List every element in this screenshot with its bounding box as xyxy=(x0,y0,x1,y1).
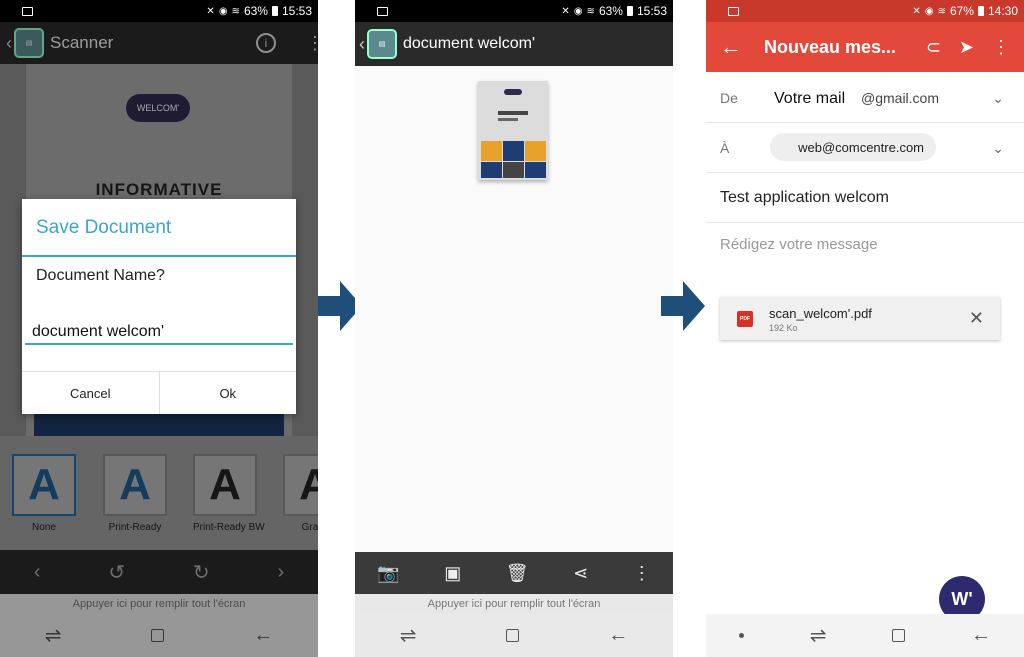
from-name: Votre mail xyxy=(774,90,846,107)
more-options-icon[interactable]: ⋮ xyxy=(992,37,1010,58)
back-chevron-icon[interactable]: ‹ xyxy=(359,34,365,55)
nav-dot-icon xyxy=(738,633,744,638)
wifi-icon: ≋ xyxy=(586,5,595,17)
to-row[interactable]: À web@comcentre.com ⌄ xyxy=(706,123,1024,173)
fill-screen-hint[interactable]: Appuyer ici pour remplir tout l'écran xyxy=(355,594,673,614)
subject-row[interactable]: Test application welcom xyxy=(706,173,1024,223)
dialog-buttons: Cancel Ok xyxy=(22,371,296,414)
document-toolbar: 📷 ▣ 🗑 ⋖ ⋮ xyxy=(355,552,673,594)
send-icon[interactable]: ➤ xyxy=(959,37,974,58)
from-label: De xyxy=(720,90,738,106)
to-label: À xyxy=(720,140,730,156)
battery-level: 63% xyxy=(598,4,623,18)
app-logo: ▤ xyxy=(367,29,397,59)
battery-icon xyxy=(626,6,633,16)
thumbnail-tile xyxy=(481,162,502,178)
attachment-size: 192 Ko xyxy=(769,323,798,333)
wifi-icon: ≋ xyxy=(231,5,240,17)
alarm-icon: ◉ xyxy=(924,5,934,17)
recipient-chip[interactable]: web@comcentre.com xyxy=(770,133,936,161)
status-bar: ✕ ◉ ≋ 63% 15:53 xyxy=(355,0,673,22)
thumbnail-tile xyxy=(503,141,524,161)
status-bar: ✕ ◉ ≋ 67% 14:30 xyxy=(706,0,1024,22)
app-bar: ‹ ▤ document welcom' xyxy=(355,22,673,66)
dialog-title: Save Document xyxy=(36,217,172,238)
document-thumbnail[interactable] xyxy=(478,81,548,180)
thumbnail-logo xyxy=(504,89,522,95)
delete-icon[interactable]: 🗑 xyxy=(506,563,529,584)
thumbnail-tile xyxy=(503,162,524,178)
back-arrow-icon[interactable]: ← xyxy=(720,34,742,60)
thumbnail-tile xyxy=(525,141,546,161)
battery-level: 67% xyxy=(949,4,974,18)
clock: 15:53 xyxy=(281,4,312,18)
from-row[interactable]: De Votre mail @gmail.com ⌄ xyxy=(706,72,1024,123)
battery-icon xyxy=(977,6,984,16)
home-icon[interactable] xyxy=(505,629,519,642)
alarm-icon: ◉ xyxy=(218,5,228,17)
gmail-compose-screen: ✕ ◉ ≋ 67% 14:30 ← Nouveau mes... ⊂ ➤ ⋮ D… xyxy=(706,0,1024,657)
more-options-icon[interactable]: ⋮ xyxy=(633,563,651,584)
document-title: document welcom' xyxy=(403,35,535,52)
attachment-card[interactable]: PDF scan_welcom'.pdf 192 Ko ✕ xyxy=(720,297,1000,340)
document-screen: ✕ ◉ ≋ 63% 15:53 ‹ ▤ document welcom' 📷 ▣… xyxy=(355,0,673,657)
chevron-down-icon[interactable]: ⌄ xyxy=(992,90,1004,107)
arrow-right-icon xyxy=(661,281,705,331)
message-body-field[interactable]: Rédigez votre message xyxy=(720,236,878,253)
ok-button[interactable]: Ok xyxy=(158,372,297,414)
system-nav-bar: ⇌ ← xyxy=(706,614,1024,657)
mute-icon: ✕ xyxy=(561,5,570,17)
system-nav-bar: ⇌ ← xyxy=(355,614,673,657)
attach-icon[interactable]: ⊂ xyxy=(926,37,941,58)
battery-icon xyxy=(271,6,278,16)
back-icon[interactable]: ← xyxy=(971,624,991,647)
clock: 15:53 xyxy=(636,4,667,18)
remove-attachment-icon[interactable]: ✕ xyxy=(969,308,984,329)
wifi-icon: ≋ xyxy=(937,5,946,17)
from-domain: @gmail.com xyxy=(861,90,940,106)
chevron-down-icon[interactable]: ⌄ xyxy=(992,140,1004,157)
add-image-icon[interactable]: ▣ xyxy=(444,563,461,584)
add-photo-icon[interactable]: 📷 xyxy=(377,563,399,584)
recents-icon[interactable]: ⇌ xyxy=(400,623,417,648)
document-name-input[interactable]: document welcom' xyxy=(25,321,293,345)
battery-level: 63% xyxy=(243,4,268,18)
recents-icon[interactable]: ⇌ xyxy=(810,623,827,648)
subject-field[interactable]: Test application welcom xyxy=(720,189,889,207)
thumbnail-tile xyxy=(481,141,502,161)
share-icon[interactable]: ⋖ xyxy=(573,563,588,584)
alarm-icon: ◉ xyxy=(573,5,583,17)
image-notification-icon xyxy=(22,6,33,16)
status-bar: ✕ ◉ ≋ 63% 15:53 xyxy=(0,0,318,22)
home-icon[interactable] xyxy=(892,629,906,642)
compose-app-bar: ← Nouveau mes... ⊂ ➤ ⋮ xyxy=(706,22,1024,72)
clock: 14:30 xyxy=(987,4,1018,18)
thumbnail-subtitle xyxy=(498,118,518,121)
scanner-screen: ✕ ◉ ≋ 63% 15:53 ‹ ▤ Scanner i ⋮ WELCOM' … xyxy=(0,0,318,657)
pdf-file-icon: PDF xyxy=(737,311,753,327)
attachment-name: scan_welcom'.pdf xyxy=(769,306,872,321)
image-notification-icon xyxy=(728,6,739,16)
cancel-button[interactable]: Cancel xyxy=(22,372,159,414)
image-notification-icon xyxy=(377,6,388,16)
thumbnail-tile xyxy=(525,162,546,178)
back-icon[interactable]: ← xyxy=(608,624,628,647)
mute-icon: ✕ xyxy=(206,5,215,17)
save-document-dialog: Save Document Document Name? document we… xyxy=(22,199,296,414)
thumbnail-title xyxy=(498,111,528,115)
dialog-question: Document Name? xyxy=(36,267,165,284)
compose-title: Nouveau mes... xyxy=(764,36,897,57)
dialog-divider xyxy=(22,255,296,257)
mute-icon: ✕ xyxy=(912,5,921,17)
